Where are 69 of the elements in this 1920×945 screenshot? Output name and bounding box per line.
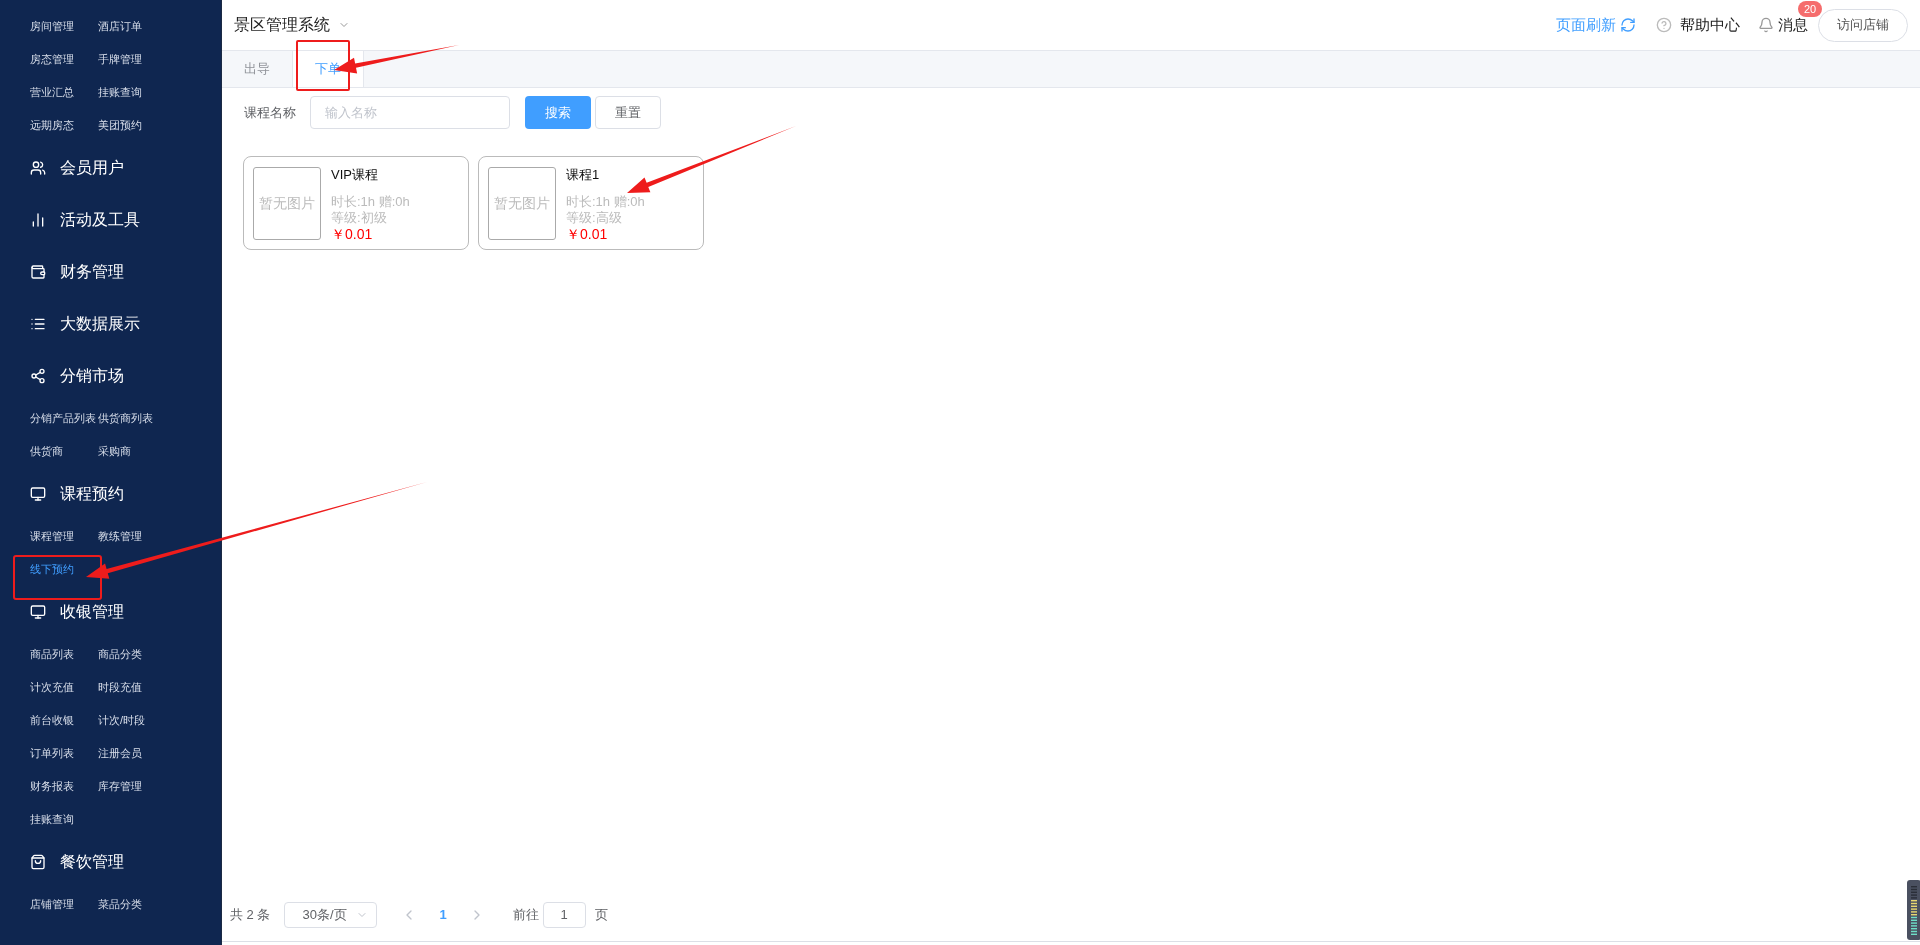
sidebar-item[interactable]: 供货商列表 [98, 410, 153, 427]
sidebar-group-title[interactable]: 活动及工具 [60, 208, 140, 232]
course-card[interactable]: 暂无图片 课程1 时长:1h 赠:0h 等级:高级 ￥0.01 [478, 156, 704, 250]
sidebar-item[interactable]: 店铺管理 [30, 896, 74, 913]
app-title: 景区管理系统 [234, 15, 330, 35]
list-icon [30, 316, 46, 332]
bell-icon [1758, 17, 1774, 33]
image-placeholder: 暂无图片 [253, 166, 321, 240]
wallet-icon [30, 264, 46, 280]
notification-badge: 20 [1798, 0, 1823, 17]
course-name: 课程1 [566, 167, 601, 183]
sidebar-item[interactable]: 线下预约 [30, 561, 74, 578]
sidebar-group-title[interactable]: 财务管理 [60, 260, 124, 284]
level-meter-drawing [1907, 880, 1920, 940]
goto-label: 前往 [512, 905, 539, 924]
sidebar-item[interactable]: 课程管理 [30, 528, 74, 545]
total-count: 共 2 条 [230, 905, 271, 924]
sidebar-group-title[interactable]: 大数据展示 [60, 312, 140, 336]
sidebar-item[interactable]: 财务报表 [30, 778, 74, 795]
sidebar-item[interactable]: 房态管理 [30, 51, 74, 68]
help-link[interactable]: 帮助中心 [1656, 13, 1740, 37]
sidebar-item[interactable]: 商品分类 [98, 646, 142, 663]
page-size-select[interactable]: 30条/页 [284, 901, 378, 928]
reset-button[interactable]: 重置 [595, 96, 661, 129]
sidebar-item[interactable]: 订单列表 [30, 745, 74, 762]
sidebar-item[interactable]: 菜品分类 [98, 896, 142, 913]
sidebar-item[interactable]: 房间管理 [30, 18, 74, 35]
course-price: ￥0.01 [566, 226, 609, 242]
course-name: VIP课程 [331, 167, 379, 183]
course-duration: 时长:1h 赠:0h [566, 194, 645, 210]
sidebar-item[interactable]: 计次充值 [30, 679, 74, 696]
course-name-input[interactable]: 输入名称 [310, 96, 510, 129]
sidebar-item[interactable]: 前台收银 [30, 712, 74, 729]
sidebar-item[interactable]: 采购商 [98, 443, 131, 460]
users-icon [30, 160, 46, 176]
sidebar-item[interactable]: 计次/时段 [98, 712, 146, 729]
sidebar-item[interactable]: 分销产品列表 [30, 410, 96, 427]
bar-chart-icon [30, 212, 46, 228]
sidebar-item[interactable]: 酒店订单 [98, 18, 142, 35]
sidebar-item[interactable]: 美团预约 [98, 117, 142, 134]
course-price: ￥0.01 [331, 226, 374, 242]
sidebar-item[interactable]: 注册会员 [98, 745, 142, 762]
sidebar-item[interactable]: 教练管理 [98, 528, 142, 545]
refresh-icon [1620, 17, 1636, 33]
sidebar-item[interactable]: 商品列表 [30, 646, 74, 663]
goto-page-input[interactable]: 1 [542, 901, 586, 928]
course-card[interactable]: 暂无图片 VIP课程 时长:1h 赠:0h 等级:初级 ￥0.01 [243, 156, 469, 250]
sidebar-item[interactable]: 库存管理 [98, 778, 142, 795]
image-placeholder: 暂无图片 [488, 166, 556, 240]
sidebar-item[interactable]: 远期房态 [30, 117, 74, 134]
sidebar-group-title[interactable]: 收银管理 [60, 600, 124, 624]
sidebar-item[interactable]: 手牌管理 [98, 51, 142, 68]
share-icon [30, 368, 46, 384]
course-duration: 时长:1h 赠:0h [331, 194, 410, 210]
sidebar-group-title[interactable]: 分销市场 [60, 364, 124, 388]
sidebar-item[interactable]: 营业汇总 [30, 84, 74, 101]
shopping-bag-icon [30, 854, 46, 870]
sidebar-group-title[interactable]: 会员用户 [60, 156, 124, 180]
sidebar-group-title[interactable]: 课程预约 [60, 482, 124, 506]
help-icon [1656, 17, 1672, 33]
course-level: 等级:高级 [566, 210, 623, 226]
sidebar-item[interactable]: 挂账查询 [30, 811, 74, 828]
sidebar-item[interactable]: 挂账查询 [98, 84, 142, 101]
sidebar-group-title[interactable]: 餐饮管理 [60, 850, 124, 874]
page-suffix: 页 [594, 905, 608, 924]
sidebar-item[interactable]: 供货商 [30, 443, 63, 460]
course-level: 等级:初级 [331, 210, 388, 226]
sidebar-item[interactable]: 时段充值 [98, 679, 142, 696]
field-label: 课程名称 [244, 103, 296, 122]
